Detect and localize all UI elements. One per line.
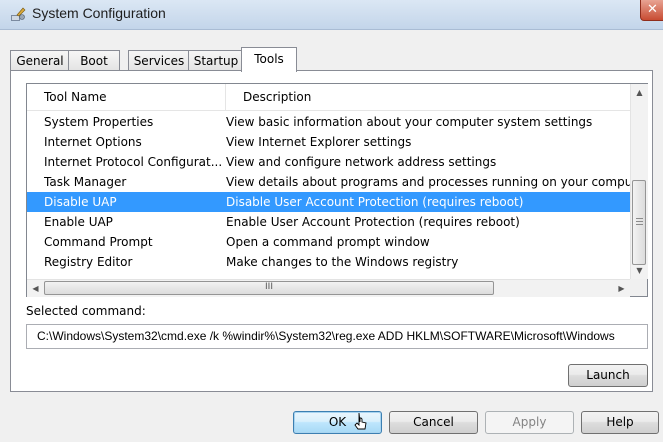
tool-name: Registry Editor <box>44 255 133 269</box>
help-button[interactable]: Help <box>581 411 659 434</box>
tool-description: View Internet Explorer settings <box>226 135 412 149</box>
tool-name: Internet Protocol Configurat... <box>44 155 223 169</box>
scrollbar-corner <box>630 279 647 296</box>
scroll-thumb-grip: III <box>265 282 273 292</box>
launch-button[interactable]: Launch <box>568 364 648 387</box>
title-bar[interactable]: System Configuration ✕ <box>0 0 663 30</box>
column-header-tool-name[interactable]: Tool Name <box>27 84 226 110</box>
list-item[interactable]: Registry Editor Make changes to the Wind… <box>27 252 631 272</box>
list-item[interactable]: Internet Protocol Configurat... View and… <box>27 152 631 172</box>
tab-general[interactable]: General <box>10 50 70 71</box>
tool-description: Enable User Account Protection (requires… <box>226 215 520 229</box>
tool-name: Internet Options <box>44 135 142 149</box>
column-header-description[interactable]: Description <box>226 84 631 110</box>
tool-name: Enable UAP <box>44 215 113 229</box>
scroll-up-arrow-icon[interactable]: ▲ <box>631 84 648 101</box>
close-icon: ✕ <box>647 2 658 17</box>
scroll-left-arrow-icon[interactable]: ◀ <box>27 280 44 297</box>
list-item[interactable]: Enable UAP Enable User Account Protectio… <box>27 212 631 232</box>
tool-description: View basic information about your comput… <box>226 115 593 129</box>
tool-name: Task Manager <box>44 175 127 189</box>
column-header-row: Tool Name Description <box>27 84 631 111</box>
list-item[interactable]: Task Manager View details about programs… <box>27 172 631 192</box>
tools-list[interactable]: Tool Name Description System Properties … <box>26 83 648 297</box>
tool-description: View details about programs and processe… <box>226 175 631 189</box>
tab-boot[interactable]: Boot <box>68 50 120 71</box>
tab-tools[interactable]: Tools <box>241 47 297 72</box>
list-item[interactable]: Command Prompt Open a command prompt win… <box>27 232 631 252</box>
tool-name: Command Prompt <box>44 235 153 249</box>
tab-startup[interactable]: Startup <box>188 50 244 71</box>
close-button[interactable]: ✕ <box>640 0 663 21</box>
vertical-scroll-thumb[interactable] <box>632 180 646 265</box>
horizontal-scrollbar[interactable]: ◀ III ▶ <box>27 279 630 297</box>
tool-description: View and configure network address setti… <box>226 155 497 169</box>
list-rows: System Properties View basic information… <box>27 112 631 272</box>
tool-name: System Properties <box>44 115 154 129</box>
mouse-pointer-icon <box>354 412 367 430</box>
tool-description: Make changes to the Windows registry <box>226 255 459 269</box>
tool-name: Disable UAP <box>44 195 117 209</box>
horizontal-scroll-thumb[interactable]: III <box>44 281 494 295</box>
system-configuration-window: System Configuration ✕ General Boot Serv… <box>0 0 663 442</box>
ok-button[interactable]: OK <box>293 411 382 434</box>
apply-button[interactable]: Apply <box>485 411 574 434</box>
list-item[interactable]: Internet Options View Internet Explorer … <box>27 132 631 152</box>
list-item-selected[interactable]: Disable UAP Disable User Account Protect… <box>27 192 631 212</box>
tab-services[interactable]: Services <box>128 50 190 71</box>
list-item[interactable]: System Properties View basic information… <box>27 112 631 132</box>
window-title: System Configuration <box>32 5 166 21</box>
scroll-right-arrow-icon[interactable]: ▶ <box>613 280 630 297</box>
msconfig-icon <box>11 7 26 21</box>
selected-command-field[interactable]: C:\Windows\System32\cmd.exe /k %windir%\… <box>26 324 648 349</box>
tool-description: Open a command prompt window <box>226 235 430 249</box>
scroll-down-arrow-icon[interactable]: ▼ <box>631 262 648 279</box>
selected-command-label: Selected command: <box>26 304 146 318</box>
tool-description: Disable User Account Protection (require… <box>226 195 524 209</box>
cancel-button[interactable]: Cancel <box>389 411 478 434</box>
vertical-scrollbar[interactable]: ▲ ▼ <box>630 84 648 279</box>
